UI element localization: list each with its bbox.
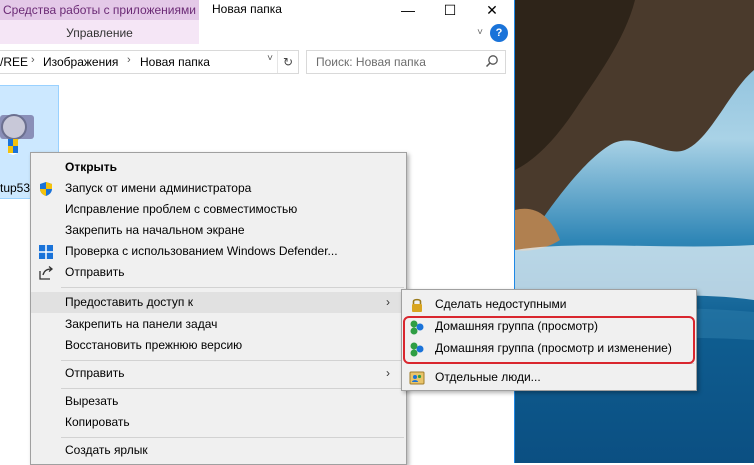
menu-item-run-as-admin[interactable]: Запуск от имени администратора — [31, 178, 406, 199]
maximize-button[interactable]: ☐ — [430, 0, 470, 22]
submenu-arrow-icon: › — [386, 366, 390, 380]
search-input[interactable]: Поиск: Новая папка — [306, 50, 506, 74]
context-menu: Открыть Запуск от имени администратора И… — [30, 152, 407, 465]
share-icon — [39, 266, 54, 280]
search-placeholder: Поиск: Новая папка — [316, 55, 426, 69]
menu-item-create-shortcut[interactable]: Создать ярлык — [31, 440, 406, 461]
search-icon — [485, 55, 498, 68]
help-icon[interactable]: ? — [490, 24, 508, 42]
menu-item-label: Закрепить на панели задач — [65, 317, 218, 331]
breadcrumb-separator-icon: › — [127, 54, 131, 66]
menu-divider — [61, 388, 404, 389]
menu-item-label: Проверка с использованием Windows Defend… — [65, 244, 338, 258]
submenu-item-remove-access[interactable]: Сделать недоступными — [402, 294, 696, 315]
menu-item-label: Копировать — [65, 415, 130, 429]
menu-item-pin-to-start[interactable]: Закрепить на начальном экране — [31, 220, 406, 241]
breadcrumb-separator-icon: › — [31, 54, 35, 66]
menu-item-troubleshoot-compat[interactable]: Исправление проблем с совместимостью — [31, 199, 406, 220]
menu-item-label: Создать ярлык — [65, 443, 148, 457]
menu-item-cut[interactable]: Вырезать — [31, 391, 406, 412]
breadcrumb-images[interactable]: Изображения — [43, 55, 118, 69]
breadcrumb-root[interactable]: /REE — [0, 55, 28, 69]
submenu-arrow-icon: › — [386, 295, 390, 309]
menu-item-label: Открыть — [65, 160, 118, 174]
wallpaper-image — [515, 0, 754, 340]
menu-item-label: Закрепить на начальном экране — [65, 223, 245, 237]
menu-item-label: Вырезать — [65, 394, 119, 408]
minimize-button[interactable]: — — [388, 0, 428, 22]
menu-item-share[interactable]: Отправить — [31, 262, 406, 283]
lock-icon — [412, 298, 422, 312]
title-bar: Средства работы с приложениями Управлени… — [0, 0, 514, 44]
address-bar[interactable]: /REE › Изображения › Новая папка ˅ ↻ — [0, 50, 299, 74]
menu-item-label: Восстановить прежнюю версию — [65, 338, 243, 352]
menu-divider — [61, 287, 404, 288]
windows-defender-icon — [39, 245, 53, 259]
ribbon-expand-icon[interactable]: ˅ — [472, 24, 488, 42]
menu-divider — [61, 360, 404, 361]
tab-manage[interactable]: Управление — [0, 24, 199, 42]
file-name-label: tup53 — [0, 181, 31, 195]
submenu-item-specific-people[interactable]: Отдельные люди... — [402, 367, 696, 388]
address-dropdown-icon[interactable]: ˅ — [263, 53, 277, 64]
menu-item-open[interactable]: Открыть — [31, 157, 406, 178]
menu-item-label: Предоставить доступ к — [65, 295, 193, 309]
window-title: Новая папка — [212, 2, 282, 16]
tool-tab-title: Средства работы с приложениями — [0, 0, 199, 20]
desktop-wallpaper — [515, 0, 754, 463]
highlight-annotation-box — [403, 316, 695, 364]
refresh-icon[interactable]: ↻ — [277, 51, 298, 73]
menu-item-give-access-to[interactable]: Предоставить доступ к › — [31, 292, 406, 313]
menu-item-label: Отправить — [65, 265, 125, 279]
setup-file-icon — [0, 114, 34, 155]
uac-shield-icon — [40, 182, 52, 196]
menu-item-copy[interactable]: Копировать — [31, 412, 406, 433]
ribbon-tab-application-tools[interactable]: Средства работы с приложениями Управлени… — [0, 0, 199, 44]
close-button[interactable]: ✕ — [472, 0, 512, 22]
menu-item-defender-scan[interactable]: Проверка с использованием Windows Defend… — [31, 241, 406, 262]
menu-item-send-to[interactable]: Отправить › — [31, 363, 406, 384]
menu-item-label: Отправить — [65, 366, 125, 380]
menu-divider — [61, 437, 404, 438]
breadcrumb-new-folder[interactable]: Новая папка — [140, 55, 210, 69]
submenu-item-label: Сделать недоступными — [435, 297, 567, 311]
people-icon — [409, 371, 425, 385]
menu-item-pin-to-taskbar[interactable]: Закрепить на панели задач — [31, 314, 406, 335]
menu-item-label: Запуск от имени администратора — [65, 181, 252, 195]
menu-item-restore-previous[interactable]: Восстановить прежнюю версию — [31, 335, 406, 356]
menu-item-label: Исправление проблем с совместимостью — [65, 202, 298, 216]
submenu-item-label: Отдельные люди... — [435, 370, 541, 384]
